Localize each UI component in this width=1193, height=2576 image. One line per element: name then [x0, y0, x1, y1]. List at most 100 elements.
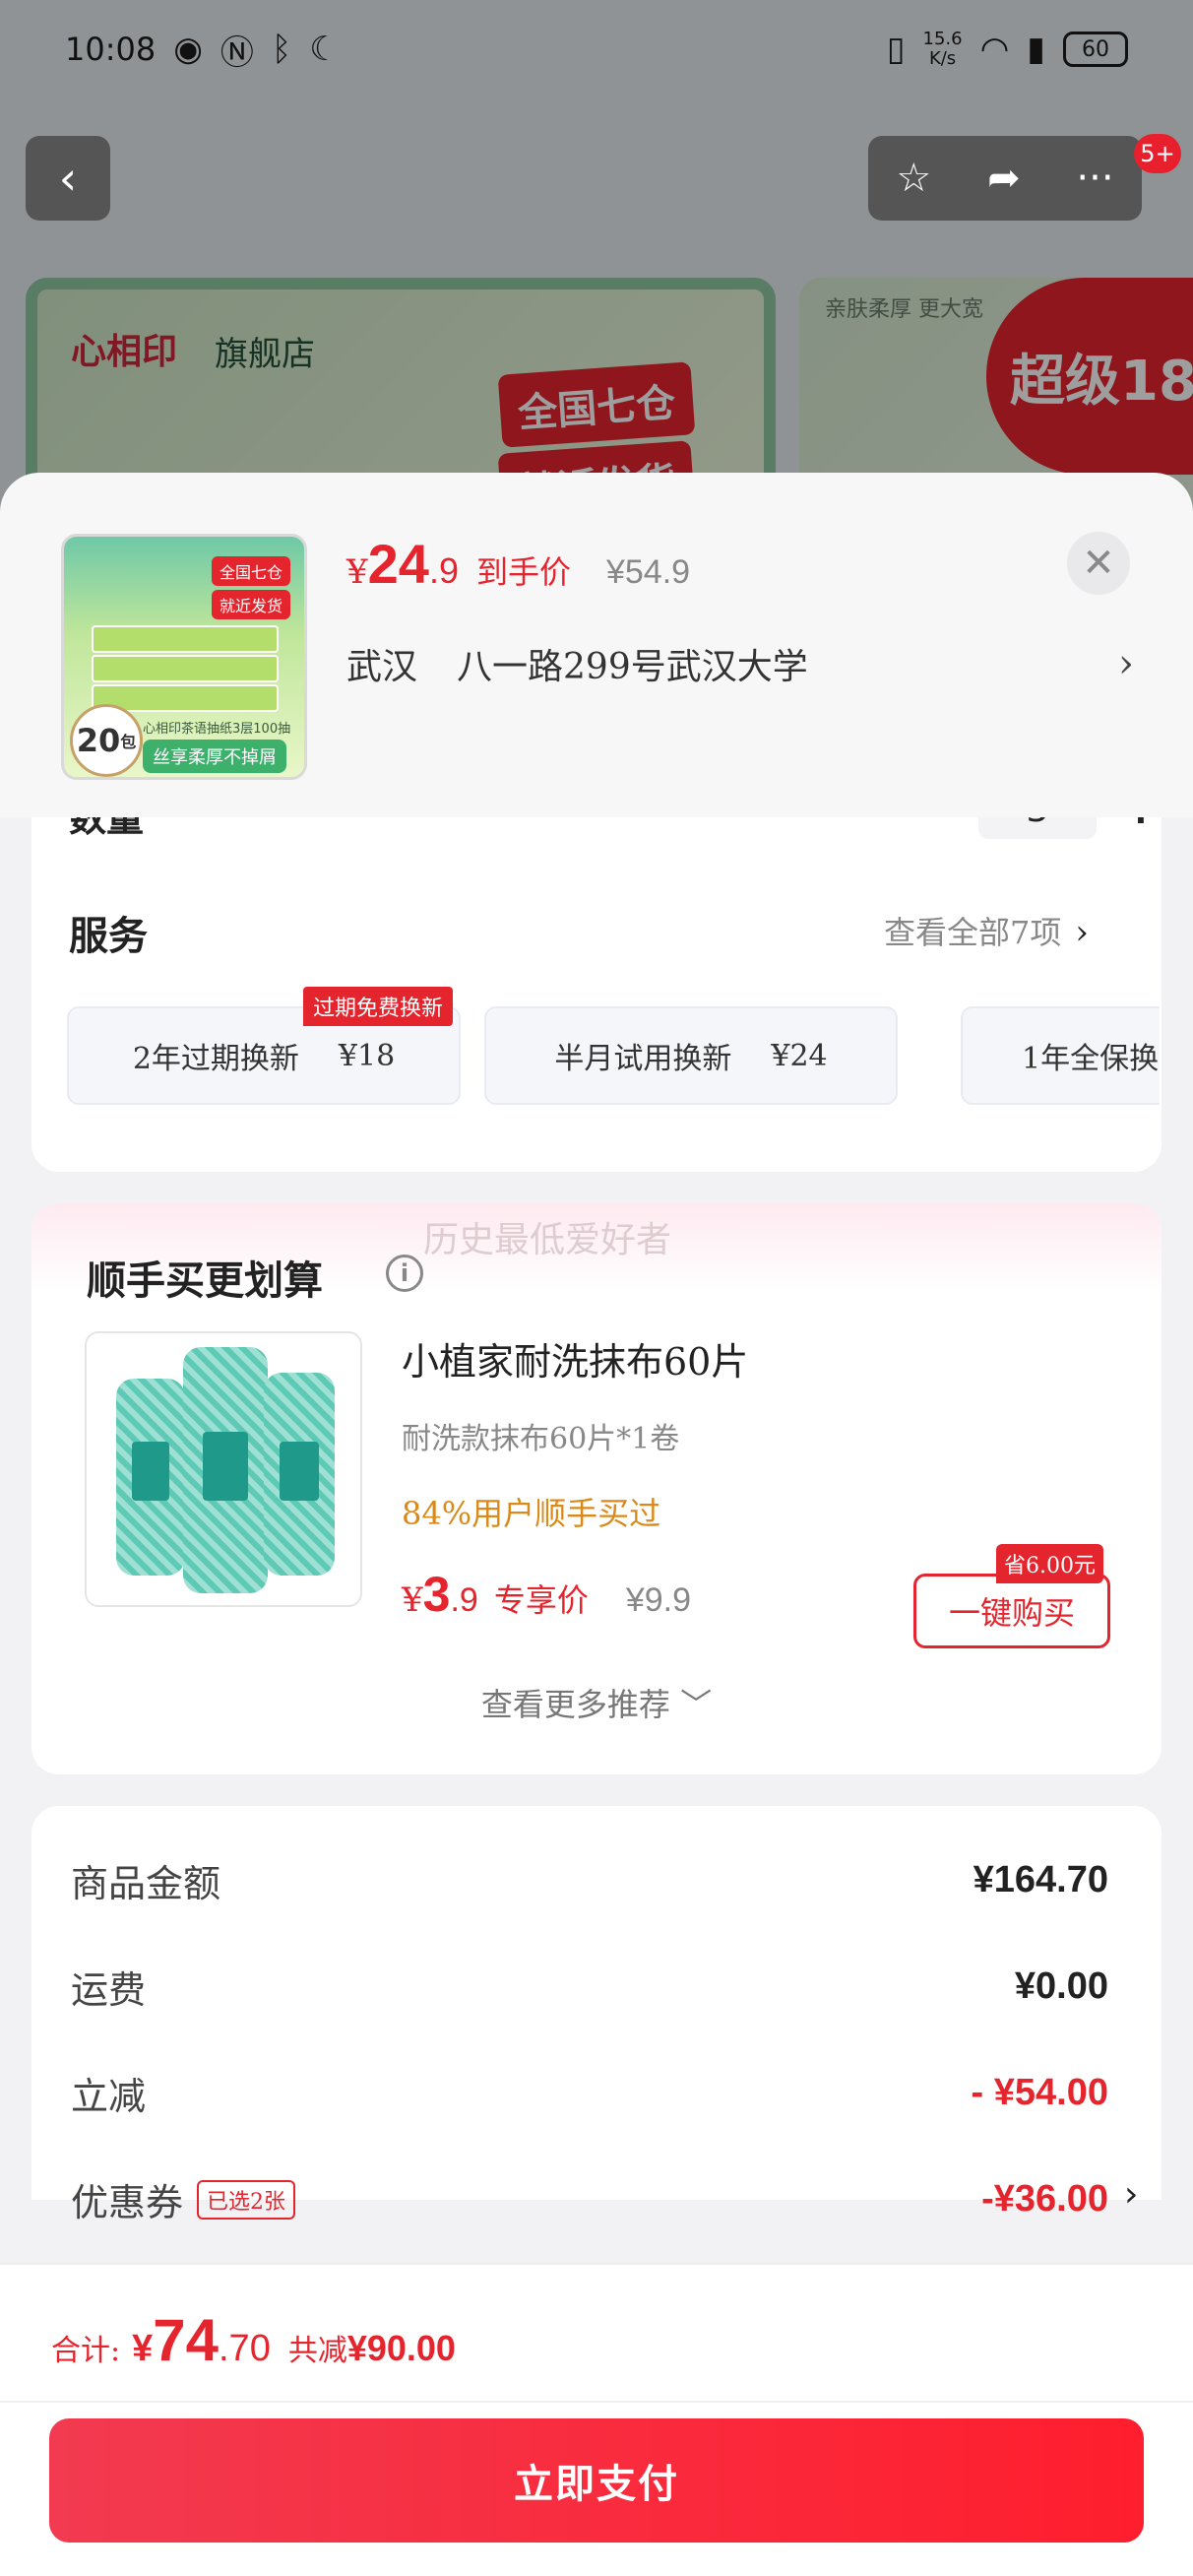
- summary-row-discount: 立减 - ¥54.00: [71, 2066, 1108, 2120]
- thumbnail-description: 心相印茶语抽纸3层100抽: [143, 722, 291, 737]
- delivery-address[interactable]: 武汉 八一路299号武汉大学 ›: [346, 638, 1134, 689]
- thumbnail-tag-warehouse: 全国七仓: [212, 556, 291, 586]
- address-text: 武汉 八一路299号武汉大学: [346, 638, 848, 689]
- price-label: 到手价: [475, 553, 571, 591]
- moon-icon: ☾: [309, 30, 340, 69]
- summary-value: - ¥54.00: [971, 2072, 1108, 2113]
- product-thumbnail[interactable]: 全国七仓 就近发货 20 包 心相印茶语抽纸3层100抽 丝享柔厚不掉屑: [61, 534, 307, 780]
- service-option[interactable]: 半月试用换新 ¥24: [484, 1006, 898, 1105]
- price-decimal: .9: [428, 550, 459, 591]
- summary-value: ¥0.00: [1014, 1965, 1108, 2007]
- price-currency: ¥: [402, 1580, 423, 1620]
- price-integer: 3: [422, 1567, 451, 1622]
- top-action-bar: ☆ ➦ ···: [868, 136, 1142, 221]
- summary-value: -¥36.00: [981, 2178, 1108, 2220]
- tissue-pack-graphic: [92, 655, 279, 682]
- checkout-bar: 合计: ¥ 74 .70 共减 ¥90.00 立即支付: [0, 2263, 1193, 2576]
- status-bar: 10:08 ◉ Ⓝ ᛒ ☾ ▯ 15.6 K/s ◠ ▮ 60: [0, 0, 1193, 98]
- roll-label-graphic: [280, 1442, 319, 1501]
- tissue-pack-graphic: [92, 625, 279, 653]
- battery-level: 60: [1082, 36, 1109, 62]
- summary-label-coupon: 优惠券 已选2张: [71, 2172, 296, 2226]
- summary-label: 商品金额: [71, 1862, 221, 1905]
- service-option-name: 半月试用换新: [554, 1042, 732, 1076]
- service-option-price: ¥24: [771, 1038, 828, 1073]
- price-currency: ¥: [346, 552, 368, 592]
- product-price: ¥ 24 .9 到手价 ¥54.9: [346, 532, 690, 596]
- eye-icon: ◉: [173, 30, 203, 69]
- recommendation-watermark: 历史最低爱好者: [423, 1220, 672, 1260]
- wifi-icon: ◠: [979, 30, 1010, 69]
- summary-value: ¥164.70: [973, 1859, 1108, 1900]
- recommendation-card: 历史最低爱好者 顺手买更划算 i 小植家耐洗抹布60片 耐洗款抹布60片*1卷 …: [31, 1203, 1162, 1774]
- info-icon[interactable]: i: [386, 1255, 423, 1292]
- service-option-name: 2年过期换新: [132, 1042, 299, 1076]
- services-view-all-label: 查看全部7项: [884, 914, 1062, 951]
- bluetooth-icon: ᛒ: [271, 30, 292, 69]
- roll-label-graphic: [203, 1432, 248, 1501]
- thumbnail-tag-shipping: 就近发货: [212, 590, 291, 619]
- vibrate-icon: ▯: [886, 30, 906, 69]
- price-label: 专享价: [493, 1581, 589, 1619]
- summary-row-subtotal: 商品金额 ¥164.70: [71, 1853, 1108, 1907]
- service-promo-tag: 过期免费换新: [303, 987, 454, 1026]
- checkout-sheet: 数量 − 3 + 服务 查看全部7项› 过期免费换新 2年过期换新 ¥18 半月…: [0, 473, 1193, 2576]
- back-button[interactable]: ‹: [26, 136, 110, 221]
- total-saved-label: 共减: [287, 2334, 347, 2368]
- summary-label: 运费: [71, 1968, 147, 2012]
- roll-label-graphic: [132, 1442, 169, 1501]
- recommended-product-image[interactable]: [85, 1331, 362, 1607]
- services-view-all[interactable]: 查看全部7项 ›: [884, 908, 1089, 953]
- star-icon[interactable]: ☆: [896, 156, 931, 201]
- one-click-buy-button[interactable]: 一键购买: [913, 1574, 1110, 1648]
- original-price: ¥9.9: [625, 1581, 692, 1619]
- original-price: ¥54.9: [605, 553, 691, 591]
- chevron-right-icon: ›: [1075, 913, 1089, 952]
- pack-count: 20: [76, 722, 121, 759]
- summary-row-shipping: 运费 ¥0.00: [71, 1960, 1108, 2014]
- summary-row-coupon[interactable]: 优惠券 已选2张 -¥36.00: [71, 2172, 1108, 2226]
- summary-label: 优惠券: [71, 2181, 184, 2224]
- more-recommendations-link[interactable]: 查看更多推荐 ﹀: [31, 1680, 1162, 1725]
- pay-now-button[interactable]: 立即支付: [49, 2418, 1144, 2543]
- alert-icon: ▮: [1027, 30, 1045, 69]
- order-total: 合计: ¥ 74 .70 共减 ¥90.00: [51, 2306, 456, 2374]
- recommended-product-price: ¥ 3 .9 专享价 ¥9.9: [402, 1566, 691, 1623]
- chevron-right-icon[interactable]: ›: [1124, 2174, 1138, 2215]
- nfc-icon: Ⓝ: [220, 32, 254, 73]
- notification-badge: 5+: [1134, 134, 1181, 173]
- summary-label: 立减: [71, 2075, 147, 2118]
- save-amount-tag: 省6.00元: [996, 1544, 1103, 1583]
- recommended-product-name[interactable]: 小植家耐洗抹布60片: [402, 1331, 748, 1385]
- sheet-header: 全国七仓 就近发货 20 包 心相印茶语抽纸3层100抽 丝享柔厚不掉屑 ¥ 24…: [0, 473, 1193, 817]
- share-icon[interactable]: ➦: [987, 156, 1021, 201]
- recommended-product-spec: 耐洗款抹布60片*1卷: [402, 1422, 680, 1456]
- close-icon: ✕: [1082, 541, 1115, 586]
- chevron-left-icon: ‹: [58, 152, 78, 205]
- price-integer: 24: [367, 533, 429, 595]
- pack-count-unit: 包: [120, 733, 137, 751]
- pack-count-badge: 20 包: [70, 704, 143, 777]
- total-decimal: .70: [219, 2328, 271, 2369]
- network-speed-value: 15.6: [922, 29, 963, 49]
- clock: 10:08: [65, 31, 157, 68]
- address-detail: 八一路299号武汉大学: [457, 647, 808, 687]
- service-option[interactable]: 1年全保换: [961, 1006, 1160, 1105]
- recommended-product-bought: 84%用户顺手买过: [402, 1495, 661, 1532]
- services-title: 服务: [69, 913, 148, 959]
- total-currency: ¥: [132, 2328, 154, 2369]
- close-button[interactable]: ✕: [1067, 532, 1130, 595]
- order-summary-card: 商品金额 ¥164.70 运费 ¥0.00 立减 - ¥54.00 优惠券 已选…: [31, 1806, 1162, 2224]
- network-speed-unit: K/s: [928, 48, 957, 69]
- total-saved-value: ¥90.00: [346, 2328, 456, 2368]
- price-decimal: .9: [450, 1581, 478, 1619]
- network-speed: 15.6 K/s: [923, 30, 963, 69]
- thumbnail-slogan: 丝享柔厚不掉屑: [143, 740, 286, 773]
- total-integer: 74: [153, 2307, 219, 2373]
- more-icon[interactable]: ···: [1076, 156, 1113, 201]
- address-city: 武汉: [346, 647, 418, 687]
- background-product-page: 心相印 旗舰店 全国七仓 就近发货 亲肤柔厚 更大宽 超级18 10:08 ◉ …: [0, 0, 1193, 551]
- service-option-price: ¥18: [338, 1038, 396, 1073]
- divider: [0, 2401, 1193, 2403]
- chevron-right-icon: ›: [1118, 641, 1134, 686]
